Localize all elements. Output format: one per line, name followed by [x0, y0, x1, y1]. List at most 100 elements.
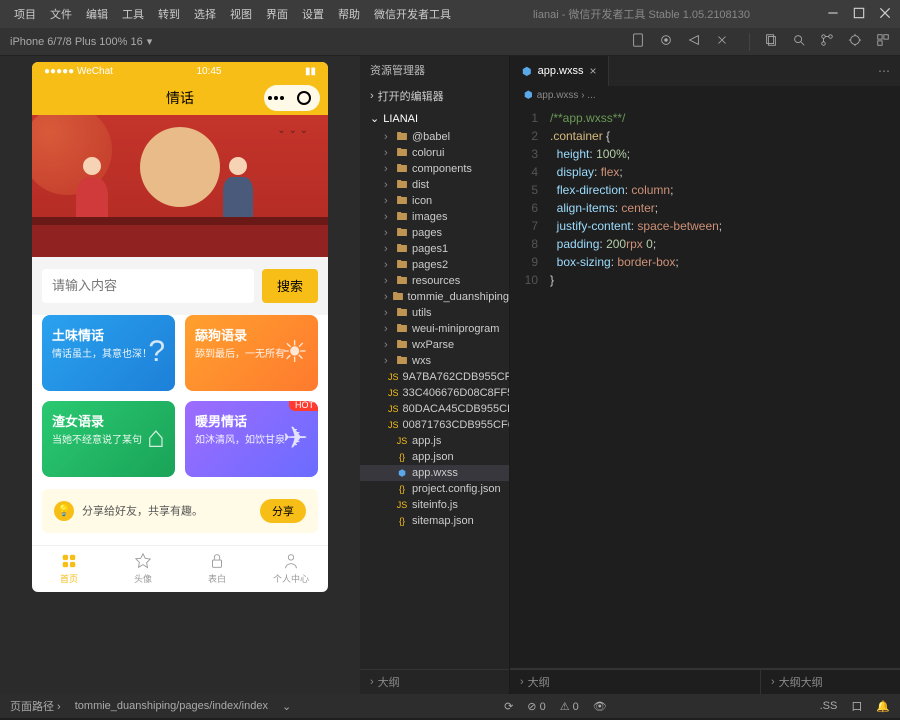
tree-item[interactable]: ›🖿utils [360, 305, 509, 321]
code-editor[interactable]: 12345678910 /**app.wxss**/.container { h… [510, 105, 900, 668]
error-icon[interactable]: ⊘ 0 [527, 700, 545, 713]
tree-item[interactable]: ›🖿pages1 [360, 241, 509, 257]
tabbar-item[interactable]: 表白 [180, 546, 254, 592]
layout-indicator[interactable]: 口 [851, 698, 862, 714]
tree-item[interactable]: JSsiteinfo.js [360, 497, 509, 513]
tree-item[interactable]: ›🖿tommie_duanshiping [360, 289, 509, 305]
tree-item[interactable]: ⬢app.wxss [360, 465, 509, 481]
record-icon[interactable] [659, 33, 673, 50]
menu-item[interactable]: 选择 [188, 2, 222, 26]
tree-item[interactable]: ›🖿pages [360, 225, 509, 241]
outline-section[interactable]: ›大纲 [360, 669, 509, 694]
tree-item[interactable]: {}app.json [360, 449, 509, 465]
maximize-icon[interactable] [852, 6, 866, 23]
search-button[interactable]: 搜索 [262, 269, 318, 303]
files-icon[interactable] [764, 33, 778, 50]
menu-item[interactable]: 帮助 [332, 2, 366, 26]
tree-item[interactable]: ›🖿pages2 [360, 257, 509, 273]
project-root[interactable]: ⌄LIANAI [360, 108, 509, 129]
tabbar-item[interactable]: 首页 [32, 546, 106, 592]
menu-item[interactable]: 编辑 [80, 2, 114, 26]
tree-item[interactable]: ›🖿colorui [360, 145, 509, 161]
menu-item[interactable]: 微信开发者工具 [368, 2, 457, 26]
share-icon[interactable] [687, 33, 701, 50]
cut-icon[interactable] [715, 33, 729, 50]
page-path-label[interactable]: 页面路径 › [10, 698, 61, 714]
tab-bar: 首页头像表白个人中心 [32, 545, 328, 592]
window-controls [826, 6, 892, 23]
simulator-panel: ●●●●● WeChat 10:45 ▮▮ 情话 ⌄ ⌄ ⌄ 搜索 土味情话情话… [0, 56, 360, 694]
feature-card[interactable]: 土味情话情话虽土，其意也深！? [42, 315, 175, 391]
tree-item[interactable]: JS33C406676D08C8FF5... [360, 385, 509, 401]
breadcrumb[interactable]: ⬢ app.wxss › ... [510, 86, 900, 105]
menu-item[interactable]: 设置 [296, 2, 330, 26]
feature-card[interactable]: 舔狗语录舔到最后，一无所有☀ [185, 315, 318, 391]
tree-item[interactable]: ›🖿dist [360, 177, 509, 193]
share-button[interactable]: 分享 [260, 499, 306, 523]
tree-item[interactable]: JSapp.js [360, 433, 509, 449]
tree-item[interactable]: {}sitemap.json [360, 513, 509, 529]
tree-item[interactable]: ›🖿wxs [360, 353, 509, 369]
branch-icon[interactable] [820, 33, 834, 50]
editor-tab[interactable]: ⬢ app.wxss × [510, 56, 609, 86]
search-icon[interactable] [792, 33, 806, 50]
bulb-icon: 💡 [54, 501, 74, 521]
page-path[interactable]: tommie_duanshiping/pages/index/index [75, 700, 268, 712]
explorer-panel: 资源管理器 ›打开的编辑器 ⌄LIANAI ›🖿@babel›🖿colorui›… [360, 56, 510, 694]
tree-item[interactable]: ›🖿components [360, 161, 509, 177]
tree-item[interactable]: ›🖿@babel [360, 129, 509, 145]
chevron-right-icon: › [370, 90, 374, 102]
phone-navbar: 情话 [32, 81, 328, 115]
tabbar-item[interactable]: 头像 [106, 546, 180, 592]
editor-outline[interactable]: ›大纲 [510, 669, 760, 694]
menu-item[interactable]: 文件 [44, 2, 78, 26]
refresh-icon[interactable]: ⟳ [504, 700, 513, 713]
chevron-down-icon: ▾ [147, 35, 153, 48]
extensions-icon[interactable] [876, 33, 890, 50]
menu-item[interactable]: 界面 [260, 2, 294, 26]
wxss-file-icon: ⬢ [522, 65, 532, 78]
tree-item[interactable]: JS9A7BA762CDB955CFF... [360, 369, 509, 385]
nav-title: 情话 [166, 88, 194, 108]
chevron-down-icon: ⌄ [370, 112, 379, 125]
warning-icon[interactable]: ⚠ 0 [560, 700, 579, 713]
feature-card[interactable]: 渣女语录当她不经意说了某句⌂ [42, 401, 175, 477]
close-tab-icon[interactable]: × [589, 64, 596, 78]
debug-icon[interactable] [848, 33, 862, 50]
tree-item[interactable]: JS80DACA45CDB955CFE... [360, 401, 509, 417]
tree-item[interactable]: {}project.config.json [360, 481, 509, 497]
editor-outline-right[interactable]: ›大纲大纲 [760, 669, 900, 694]
menu-bar: 项目文件编辑工具转到选择视图界面设置帮助微信开发者工具 [8, 2, 457, 26]
menu-item[interactable]: 转到 [152, 2, 186, 26]
window-title: lianai - 微信开发者工具 Stable 1.05.2108130 [457, 6, 826, 22]
close-icon[interactable] [878, 6, 892, 23]
search-input[interactable] [42, 269, 254, 303]
menu-item[interactable]: 工具 [116, 2, 150, 26]
status-bar: 页面路径 › tommie_duanshiping/pages/index/in… [0, 694, 900, 718]
menu-item[interactable]: 项目 [8, 2, 42, 26]
share-bar: 💡分享给好友，共享有趣。 分享 [42, 489, 318, 533]
phone-statusbar: ●●●●● WeChat 10:45 ▮▮ [32, 62, 328, 81]
minimize-icon[interactable] [826, 6, 840, 23]
lang-indicator[interactable]: .SS [820, 700, 838, 712]
tree-item[interactable]: ›🖿resources [360, 273, 509, 289]
bell-icon[interactable]: 🔔 [876, 700, 890, 713]
tree-item[interactable]: JS00871763CDB955CF66... [360, 417, 509, 433]
eye-icon[interactable]: 👁 [593, 700, 607, 713]
editor-tabs: ⬢ app.wxss × ⋯ [510, 56, 900, 86]
phone-time: 10:45 [196, 66, 221, 77]
capsule-button[interactable] [264, 85, 320, 111]
tree-item[interactable]: ›🖿icon [360, 193, 509, 209]
menu-item[interactable]: 视图 [224, 2, 258, 26]
tabbar-item[interactable]: 个人中心 [254, 546, 328, 592]
open-editors-section[interactable]: ›打开的编辑器 [360, 84, 509, 108]
feature-card[interactable]: 暖男情话如沐清风，如饮甘泉✈HOT [185, 401, 318, 477]
tablet-icon[interactable] [631, 33, 645, 50]
more-icon[interactable]: ⋯ [878, 64, 890, 78]
chevron-down-icon[interactable]: ⌄ [282, 700, 291, 713]
phone-preview: ●●●●● WeChat 10:45 ▮▮ 情话 ⌄ ⌄ ⌄ 搜索 土味情话情话… [32, 62, 328, 592]
tree-item[interactable]: ›🖿images [360, 209, 509, 225]
tree-item[interactable]: ›🖿wxParse [360, 337, 509, 353]
device-selector[interactable]: iPhone 6/7/8 Plus 100% 16 ▾ [10, 35, 152, 48]
tree-item[interactable]: ›🖿weui-miniprogram [360, 321, 509, 337]
